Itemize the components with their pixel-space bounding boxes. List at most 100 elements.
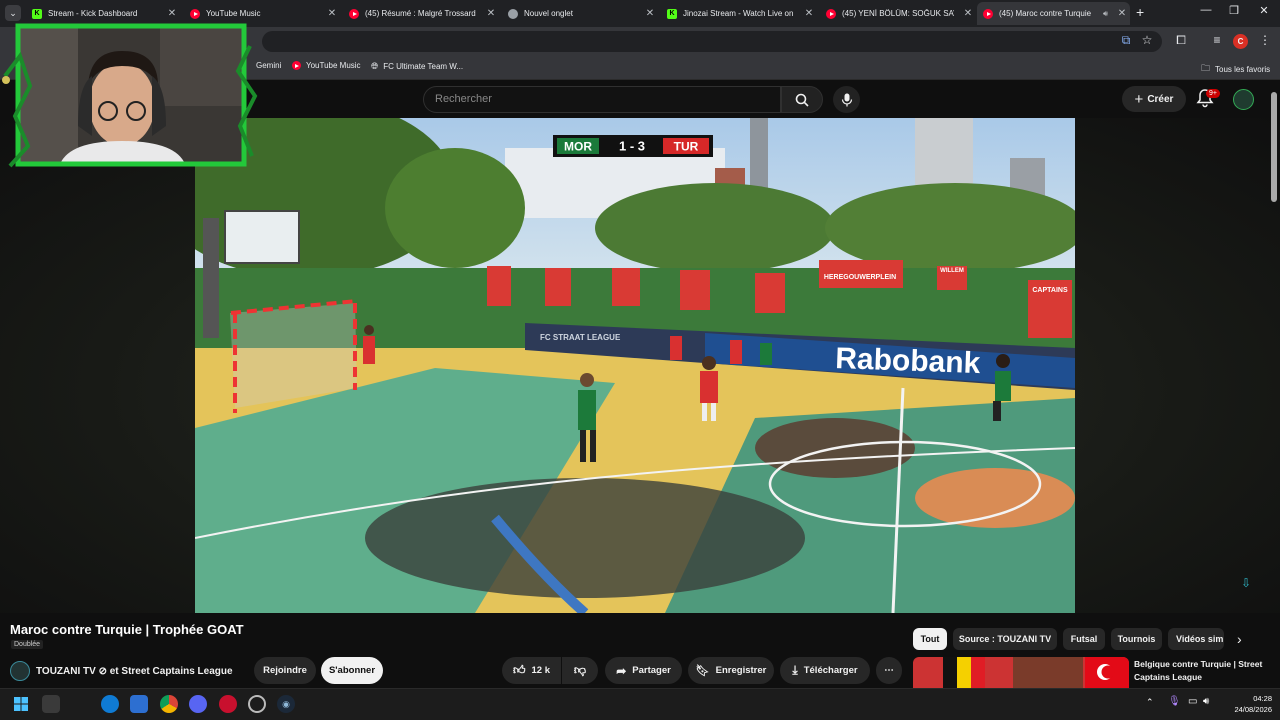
steam-icon[interactable]: ◉ (277, 695, 295, 713)
bookmark-gemini[interactable]: Gemini (256, 61, 281, 70)
tab-title: Jinozai Stream - Watch Live on (683, 9, 794, 18)
chevron-right-icon[interactable]: › (1237, 631, 1242, 647)
close-icon[interactable]: ✕ (483, 8, 499, 19)
close-icon[interactable]: ✕ (960, 8, 976, 19)
network-icon[interactable]: ▭ (1188, 696, 1197, 707)
clock-time: 04:28 (1253, 694, 1272, 703)
notification-badge: 9+ (1206, 89, 1220, 98)
settings-taskbar-icon[interactable] (248, 695, 266, 713)
scrollbar[interactable] (1271, 92, 1277, 202)
close-icon[interactable]: ✕ (801, 8, 817, 19)
chip-similar-videos[interactable]: Vidéos sim (1168, 628, 1224, 650)
volume-icon[interactable]: 🔊︎ (1203, 696, 1209, 707)
bookmark-label: FC Ultimate Team W... (383, 62, 464, 71)
extensions-icon[interactable]: ⧠ (1172, 33, 1190, 48)
task-view-icon[interactable] (42, 695, 60, 713)
webcam-overlay (0, 16, 258, 170)
scoreboard: MOR 1 - 3 TUR (553, 135, 713, 157)
chrome-taskbar-icon[interactable] (160, 695, 178, 713)
windows-start-icon[interactable] (12, 695, 30, 713)
channel-name[interactable]: TOUZANI TV ⊘ et Street Captains League (36, 666, 233, 677)
media-control-icon[interactable]: ≡ (1208, 33, 1226, 47)
store-icon[interactable] (130, 695, 148, 713)
avatar[interactable] (1233, 89, 1254, 110)
tab-new-tab[interactable]: Nouvel onglet ✕ (502, 2, 658, 25)
download-label: Télécharger (803, 665, 858, 676)
star-icon[interactable]: ☆ (1138, 33, 1156, 47)
like-count: 12 k (531, 665, 551, 676)
video-player[interactable]: HEREGOUWERPLEIN WILLEM CAPTAINS Rabobank… (195, 118, 1075, 613)
bookmark-label: Gemini (256, 61, 282, 70)
tab-title: (45) Maroc contre Turquie (999, 9, 1092, 18)
tab-title: (45) Résumé : Malgré Trossard (365, 9, 476, 18)
voice-search-button[interactable] (833, 86, 860, 113)
youtube-icon (983, 8, 993, 19)
dislike-button[interactable]: 👎︎ (562, 657, 598, 684)
scoreboard-away: TUR (674, 140, 699, 154)
bookmark-fc-ultimate-team[interactable]: 🌐︎ FC Ultimate Team W... (371, 61, 463, 72)
channel-info: TOUZANI TV ⊘ et Street Captains League (10, 660, 233, 682)
profile-avatar[interactable]: C (1233, 34, 1248, 49)
maximize-button[interactable]: ❐ (1220, 4, 1248, 17)
tab-jinozai-stream[interactable]: K Jinozai Stream - Watch Live on ✕ (661, 2, 817, 25)
close-icon[interactable]: ✕ (324, 8, 340, 19)
bookmark-icon: 🔖︎ (695, 665, 710, 677)
create-button[interactable]: + Créer (1122, 86, 1186, 112)
menu-icon[interactable]: ⋮ (1256, 33, 1274, 47)
all-bookmarks[interactable]: 🗀︎ Tous les favoris (1201, 61, 1270, 77)
share-button[interactable]: ➦ Partager (605, 657, 682, 684)
player-red-2 (363, 325, 375, 364)
microphone-tray-icon[interactable]: 🎙︎ (1168, 696, 1181, 707)
minimize-button[interactable]: — (1192, 4, 1220, 16)
join-label: Rejoindre (263, 665, 307, 676)
tab-maroc-turquie[interactable]: (45) Maroc contre Turquie 🔊︎ ✕ (977, 2, 1130, 25)
red-app-icon[interactable] (219, 695, 237, 713)
chip-label: Source : TOUZANI TV (958, 634, 1052, 644)
plus-icon: + (1134, 90, 1144, 108)
banner-fc-straat-league: FC STRAAT LEAGUE (540, 333, 621, 342)
edge-icon[interactable] (101, 695, 119, 713)
like-button[interactable]: 👍︎ 12 k (502, 657, 561, 684)
join-button[interactable]: Rejoindre (254, 657, 316, 684)
create-label: Créer (1147, 93, 1174, 105)
chevron-up-icon[interactable]: ⌃ (1146, 697, 1154, 708)
share-icon: ➦ (616, 663, 627, 678)
bookmark-youtube-music[interactable]: YouTube Music (292, 61, 361, 70)
search-input[interactable]: Rechercher (423, 86, 781, 113)
save-button[interactable]: 🔖︎ Enregistrer (688, 657, 774, 684)
chip-label: Tournois (1117, 634, 1156, 644)
chip-tournois[interactable]: Tournois (1111, 628, 1162, 650)
close-window-button[interactable]: ✕ (1250, 4, 1278, 17)
download-button[interactable]: ⤓ Télécharger (780, 657, 870, 684)
close-icon[interactable]: ✕ (642, 8, 658, 19)
dubbed-label: Doublée (14, 641, 41, 648)
suggested-video-title[interactable]: Belgique contre Turquie | Street Captain… (1134, 658, 1274, 684)
ambient-mode-icon[interactable]: ⇩ (1241, 576, 1251, 590)
speaker-icon[interactable]: 🔊︎ (1103, 9, 1108, 19)
tab-title: (45) YENİ BÖLÜM: SOĞUK SAV (842, 9, 954, 18)
more-icon: ⋯ (884, 665, 894, 676)
search-button[interactable] (781, 86, 823, 113)
install-app-icon[interactable]: ⧉ (1117, 33, 1135, 48)
subscribe-button[interactable]: S'abonner (321, 657, 383, 684)
address-bar[interactable] (262, 31, 1162, 52)
search-icon (795, 93, 809, 107)
tab-title: Nouvel onglet (524, 9, 573, 18)
more-actions-button[interactable]: ⋯ (876, 657, 902, 684)
close-icon[interactable]: ✕ (1114, 8, 1130, 19)
tab-soguk-savas[interactable]: (45) YENİ BÖLÜM: SOĞUK SAV ✕ (820, 2, 976, 25)
suggested-video-thumbnail[interactable] (913, 657, 1129, 688)
chip-source-touzani[interactable]: Source : TOUZANI TV (953, 628, 1057, 650)
video-frame: HEREGOUWERPLEIN WILLEM CAPTAINS Rabobank… (195, 118, 1075, 613)
chip-futsal[interactable]: Futsal (1063, 628, 1105, 650)
discord-icon[interactable] (189, 695, 207, 713)
channel-avatar[interactable] (10, 661, 30, 681)
subscribe-label: S'abonner (328, 665, 376, 676)
thumbnail-image (913, 657, 1129, 688)
chip-all[interactable]: Tout (913, 628, 947, 650)
tab-resume-trossard[interactable]: (45) Résumé : Malgré Trossard ✕ (343, 2, 499, 25)
system-clock[interactable]: 04:28 24/08/2026 (1222, 693, 1272, 715)
chip-label: Vidéos sim (1176, 634, 1224, 644)
dubbed-badge: Doublée (11, 640, 44, 649)
new-tab-button[interactable]: + (1136, 4, 1144, 20)
